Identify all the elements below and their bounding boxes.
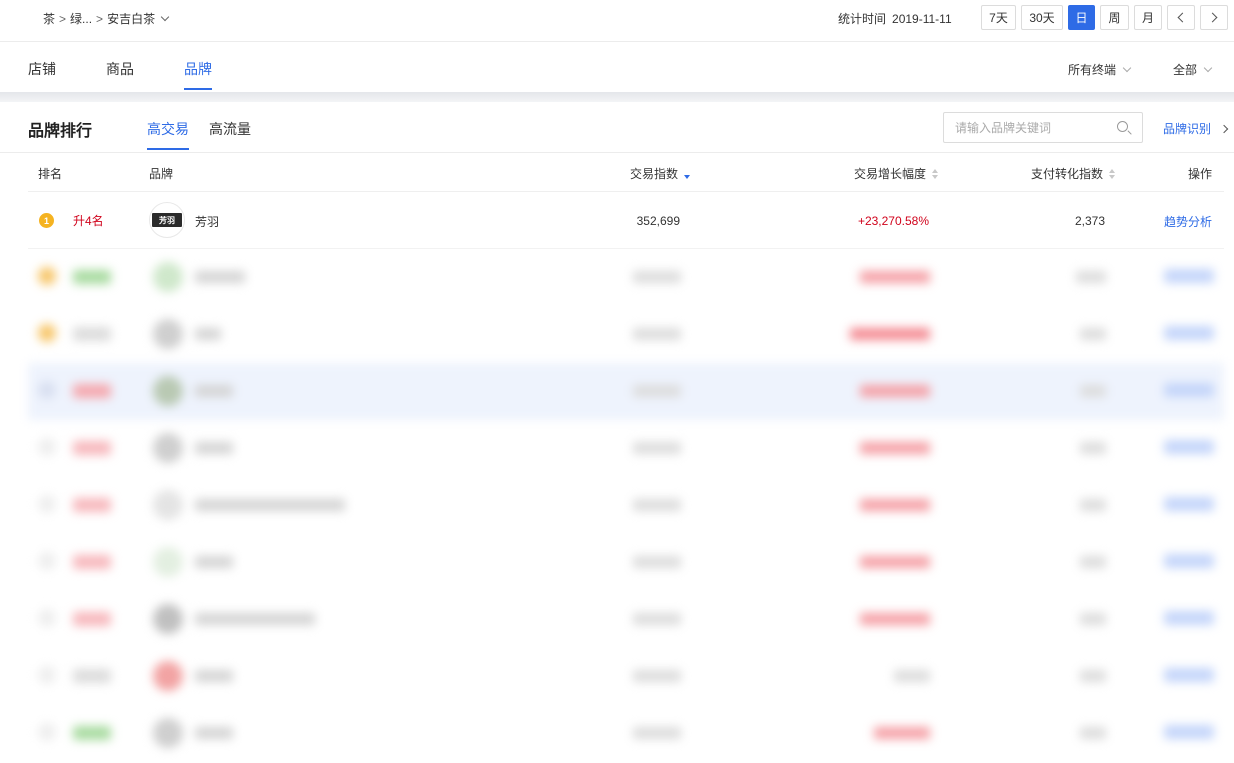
column-header-rank-label: 排名: [38, 167, 63, 181]
sort-desc-icon[interactable]: [684, 169, 691, 179]
column-header-trade-index-label: 交易指数: [630, 167, 679, 181]
column-header-trade-index[interactable]: 交易指数: [630, 165, 691, 182]
stat-time-label: 统计时间: [838, 12, 887, 26]
breadcrumb-item-tea[interactable]: 茶: [43, 10, 55, 27]
chevron-down-icon: [1203, 63, 1213, 72]
rank-number: 1: [43, 215, 49, 226]
active-subtab-indicator: [147, 148, 189, 150]
scope-select[interactable]: 全部: [1173, 61, 1213, 78]
blurred-row: [28, 648, 1224, 705]
search-icon[interactable]: [1117, 121, 1128, 132]
table-row: 1 升4名 芳羽 芳羽 352,699 +23,270.58% 2,373 趋势…: [28, 192, 1224, 249]
period-button-month[interactable]: 月: [1134, 5, 1162, 30]
brand-identify-label: 品牌识别: [1163, 122, 1212, 136]
blurred-row: [28, 363, 1224, 420]
sort-icon[interactable]: [1109, 168, 1116, 179]
trend-analysis-link[interactable]: 趋势分析: [1164, 213, 1212, 230]
column-header-growth-label: 交易增长幅度: [854, 167, 927, 181]
blurred-row: [28, 705, 1224, 762]
blurred-row: [28, 306, 1224, 363]
breadcrumb: 茶 > 绿... > 安吉白茶: [43, 10, 170, 27]
column-header-action-label: 操作: [1188, 167, 1213, 181]
period-button-7d[interactable]: 7天: [981, 5, 1016, 30]
section-separator: [0, 92, 1234, 102]
chevron-down-icon: [1122, 63, 1132, 72]
table-header: 排名 品牌 交易指数 交易增长幅度 支付转化指数 操作: [28, 153, 1224, 192]
trade-index-value: 352,699: [636, 214, 680, 228]
blurred-row: [28, 477, 1224, 534]
blurred-row: [28, 420, 1224, 477]
period-button-30d[interactable]: 30天: [1021, 5, 1063, 30]
brand-search-input[interactable]: [944, 113, 1104, 142]
tab-brand[interactable]: 品牌: [184, 59, 212, 79]
stat-time-value: 2019-11-11: [892, 12, 952, 26]
column-header-brand: 品牌: [149, 165, 173, 182]
growth-value: +23,270.58%: [857, 214, 929, 228]
scope-select-value: 全部: [1173, 63, 1198, 77]
period-button-week[interactable]: 周: [1100, 5, 1129, 30]
column-header-action: 操作: [1188, 165, 1212, 182]
period-button-day[interactable]: 日: [1068, 5, 1095, 30]
terminal-select[interactable]: 所有终端: [1068, 61, 1132, 78]
chevron-right-icon: [1219, 124, 1229, 133]
column-header-rank: 排名: [38, 165, 62, 182]
top-bar: 茶 > 绿... > 安吉白茶 统计时间 2019-11-11 7天 30天 日 …: [0, 0, 1234, 42]
main-nav: 店铺 商品 品牌 所有终端 全部: [0, 42, 1234, 92]
brand-search: [943, 112, 1143, 143]
brand-logo-text: 芳羽: [152, 213, 182, 227]
terminal-select-value: 所有终端: [1068, 63, 1117, 77]
chevron-left-icon: [1177, 12, 1188, 23]
subtab-high-traffic[interactable]: 高流量: [209, 119, 251, 139]
column-header-brand-label: 品牌: [149, 167, 174, 181]
brand-logo: 芳羽: [149, 202, 185, 238]
column-header-conversion[interactable]: 支付转化指数: [1031, 165, 1116, 182]
tab-product[interactable]: 商品: [106, 59, 134, 79]
sort-icon[interactable]: [932, 168, 939, 179]
chevron-down-icon[interactable]: [160, 12, 170, 21]
stat-time: 统计时间 2019-11-11: [838, 10, 952, 27]
chevron-right-icon: [1207, 12, 1218, 23]
breadcrumb-separator: >: [96, 11, 104, 26]
brand-name: 芳羽: [195, 215, 220, 229]
breadcrumb-item-green-tea[interactable]: 绿...: [70, 10, 92, 27]
blurred-row: [28, 534, 1224, 591]
conversion-value: 2,373: [1074, 214, 1105, 228]
brand-identify-link[interactable]: 品牌识别: [1163, 120, 1229, 137]
blurred-row: [28, 591, 1224, 648]
blurred-rows: [0, 249, 1234, 763]
blurred-row: [28, 249, 1224, 306]
column-header-conversion-label: 支付转化指数: [1031, 167, 1104, 181]
active-tab-indicator: [184, 88, 212, 90]
breadcrumb-item-anji-white-tea[interactable]: 安吉白茶: [107, 10, 155, 27]
tab-store[interactable]: 店铺: [28, 59, 56, 79]
column-header-growth[interactable]: 交易增长幅度: [854, 165, 939, 182]
next-period-button[interactable]: [1200, 5, 1228, 30]
breadcrumb-separator: >: [59, 11, 67, 26]
prev-period-button[interactable]: [1167, 5, 1195, 30]
rank-change: 升4名: [73, 214, 104, 228]
subtab-high-trade[interactable]: 高交易: [147, 119, 189, 139]
section-title: 品牌排行: [28, 123, 93, 140]
gold-medal-icon: 1: [39, 210, 54, 228]
